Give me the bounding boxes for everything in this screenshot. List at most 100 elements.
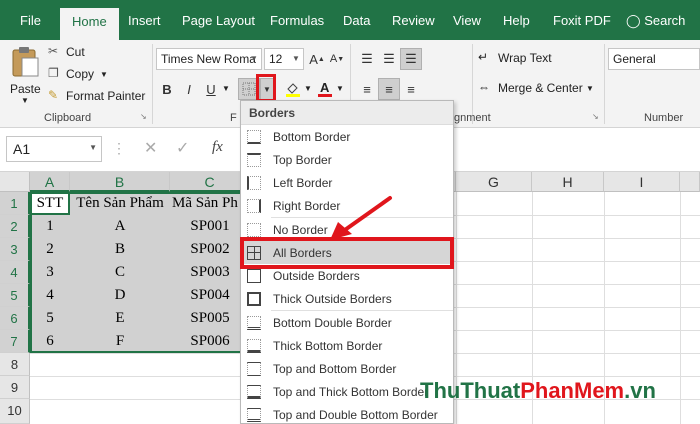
cell-a3[interactable]: 2	[30, 238, 70, 261]
chevron-down-icon[interactable]: ▼	[222, 84, 230, 93]
enter-icon[interactable]: ✓	[176, 138, 189, 158]
row-header[interactable]: 10	[0, 399, 30, 424]
font-size-select[interactable]: 12 ▼	[264, 48, 304, 70]
number-format-select[interactable]: General	[608, 48, 700, 70]
bold-icon[interactable]: B	[156, 78, 178, 100]
cell-a4[interactable]: 3	[30, 261, 70, 284]
cell-b4[interactable]: C	[70, 261, 170, 284]
cell-b6[interactable]: E	[70, 307, 170, 330]
menu-item-thick-bottom-border[interactable]: Thick Bottom Border	[241, 334, 453, 357]
wrap-text-button[interactable]: ↵ Wrap Text	[478, 50, 588, 70]
top-thick-bottom-border-icon	[247, 384, 261, 399]
svg-text:A: A	[320, 80, 330, 95]
row-header[interactable]: 5	[0, 284, 30, 307]
align-left-icon[interactable]: ≡	[356, 78, 378, 100]
tab-data[interactable]: Data	[343, 13, 370, 28]
cell-c6[interactable]: SP005	[170, 307, 250, 330]
cell-a1[interactable]: STT	[30, 192, 70, 215]
row-header[interactable]: 2	[0, 215, 30, 238]
cell-c4[interactable]: SP003	[170, 261, 250, 284]
scissors-icon: ✂	[48, 44, 59, 58]
top-double-bottom-border-icon	[247, 407, 261, 422]
copy-button[interactable]: ❐ Copy ▼	[48, 66, 118, 84]
italic-icon[interactable]: I	[178, 78, 200, 100]
column-header-h[interactable]: H	[532, 172, 604, 192]
watermark: ThuThuatPhanMem.vn	[420, 378, 656, 404]
cell-b2[interactable]: A	[70, 215, 170, 238]
chevron-down-icon: ▼	[21, 96, 29, 105]
menu-item-bottom-border[interactable]: Bottom Border	[241, 125, 453, 148]
tab-formulas[interactable]: Formulas	[270, 13, 324, 28]
cell-a6[interactable]: 5	[30, 307, 70, 330]
row-header[interactable]: 1	[0, 192, 30, 215]
name-box[interactable]: A1 ▼	[6, 136, 102, 162]
cell-b7[interactable]: F	[70, 330, 170, 353]
format-painter-button[interactable]: ✎ Format Painter	[48, 88, 148, 106]
tab-home[interactable]: Home	[60, 8, 119, 40]
insert-function-icon[interactable]: fx	[212, 139, 223, 156]
menu-item-top-double-bottom-border[interactable]: Top and Double Bottom Border	[241, 403, 453, 423]
align-right-icon[interactable]: ≡	[400, 78, 422, 100]
align-middle-icon[interactable]: ☰	[378, 48, 400, 70]
dialog-launcher-icon[interactable]: ↘	[592, 112, 599, 121]
group-divider	[152, 44, 153, 124]
merge-center-button[interactable]: ⇔ Merge & Center ▼	[478, 80, 604, 100]
tab-review[interactable]: Review	[392, 13, 435, 28]
dialog-launcher-icon[interactable]: ↘	[140, 112, 147, 121]
menu-item-top-border[interactable]: Top Border	[241, 148, 453, 171]
menu-item-left-border[interactable]: Left Border	[241, 171, 453, 194]
column-header-g[interactable]: G	[456, 172, 532, 192]
menu-item-thick-outside-borders[interactable]: Thick Outside Borders	[241, 287, 453, 310]
align-bottom-icon[interactable]: ☰	[400, 48, 422, 70]
column-header-c[interactable]: C	[170, 172, 250, 192]
increase-font-icon[interactable]: A ▲	[306, 48, 328, 70]
cancel-icon[interactable]: ✕	[144, 138, 157, 158]
tab-file[interactable]: File	[20, 13, 41, 28]
tab-search[interactable]: ◯ Search	[626, 13, 685, 29]
row-header[interactable]: 7	[0, 330, 30, 353]
row-header[interactable]: 6	[0, 307, 30, 330]
gridline	[680, 192, 681, 424]
row-header[interactable]: 4	[0, 261, 30, 284]
cell-c5[interactable]: SP004	[170, 284, 250, 307]
font-name-select[interactable]: Times New Roma ▼	[156, 48, 262, 70]
cell-c7[interactable]: SP006	[170, 330, 250, 353]
watermark-part-3: .vn	[624, 378, 656, 403]
menu-item-top-bottom-border[interactable]: Top and Bottom Border	[241, 357, 453, 380]
top-bottom-border-icon	[247, 361, 261, 376]
underline-icon[interactable]: U	[200, 78, 222, 100]
tab-view[interactable]: View	[453, 13, 481, 28]
chevron-down-icon[interactable]: ▼	[304, 84, 312, 93]
cell-a2[interactable]: 1	[30, 215, 70, 238]
tab-foxit-pdf[interactable]: Foxit PDF	[553, 13, 611, 28]
decrease-font-icon[interactable]: A ▼	[326, 48, 348, 70]
tab-insert[interactable]: Insert	[128, 13, 161, 28]
column-header-a[interactable]: A	[30, 172, 70, 192]
cell-c1[interactable]: Mã Sản Ph	[170, 192, 250, 215]
select-all-corner[interactable]	[0, 172, 30, 192]
cell-c3[interactable]: SP002	[170, 238, 250, 261]
font-color-icon[interactable]: A	[314, 78, 336, 100]
menu-item-bottom-double-border[interactable]: Bottom Double Border	[241, 311, 453, 334]
cell-b1[interactable]: Tên Sản Phẩm	[70, 192, 170, 215]
row-header[interactable]: 8	[0, 353, 30, 376]
paste-button[interactable]: Paste ▼	[6, 44, 44, 106]
tab-help[interactable]: Help	[503, 13, 530, 28]
cell-c2[interactable]: SP001	[170, 215, 250, 238]
column-header-b[interactable]: B	[70, 172, 170, 192]
cut-button[interactable]: ✂ Cut	[48, 44, 118, 62]
tab-page-layout[interactable]: Page Layout	[182, 13, 255, 28]
cell-a7[interactable]: 6	[30, 330, 70, 353]
fill-color-icon[interactable]	[282, 78, 304, 100]
cell-a5[interactable]: 4	[30, 284, 70, 307]
column-header-i[interactable]: I	[604, 172, 680, 192]
align-top-icon[interactable]: ☰	[356, 48, 378, 70]
red-arrow-annotation	[330, 196, 392, 240]
row-header[interactable]: 9	[0, 376, 30, 399]
cell-b5[interactable]: D	[70, 284, 170, 307]
align-center-icon[interactable]: ≡	[378, 78, 400, 100]
search-label: Search	[644, 13, 686, 28]
cell-b3[interactable]: B	[70, 238, 170, 261]
row-header[interactable]: 3	[0, 238, 30, 261]
chevron-down-icon[interactable]: ▼	[336, 84, 344, 93]
